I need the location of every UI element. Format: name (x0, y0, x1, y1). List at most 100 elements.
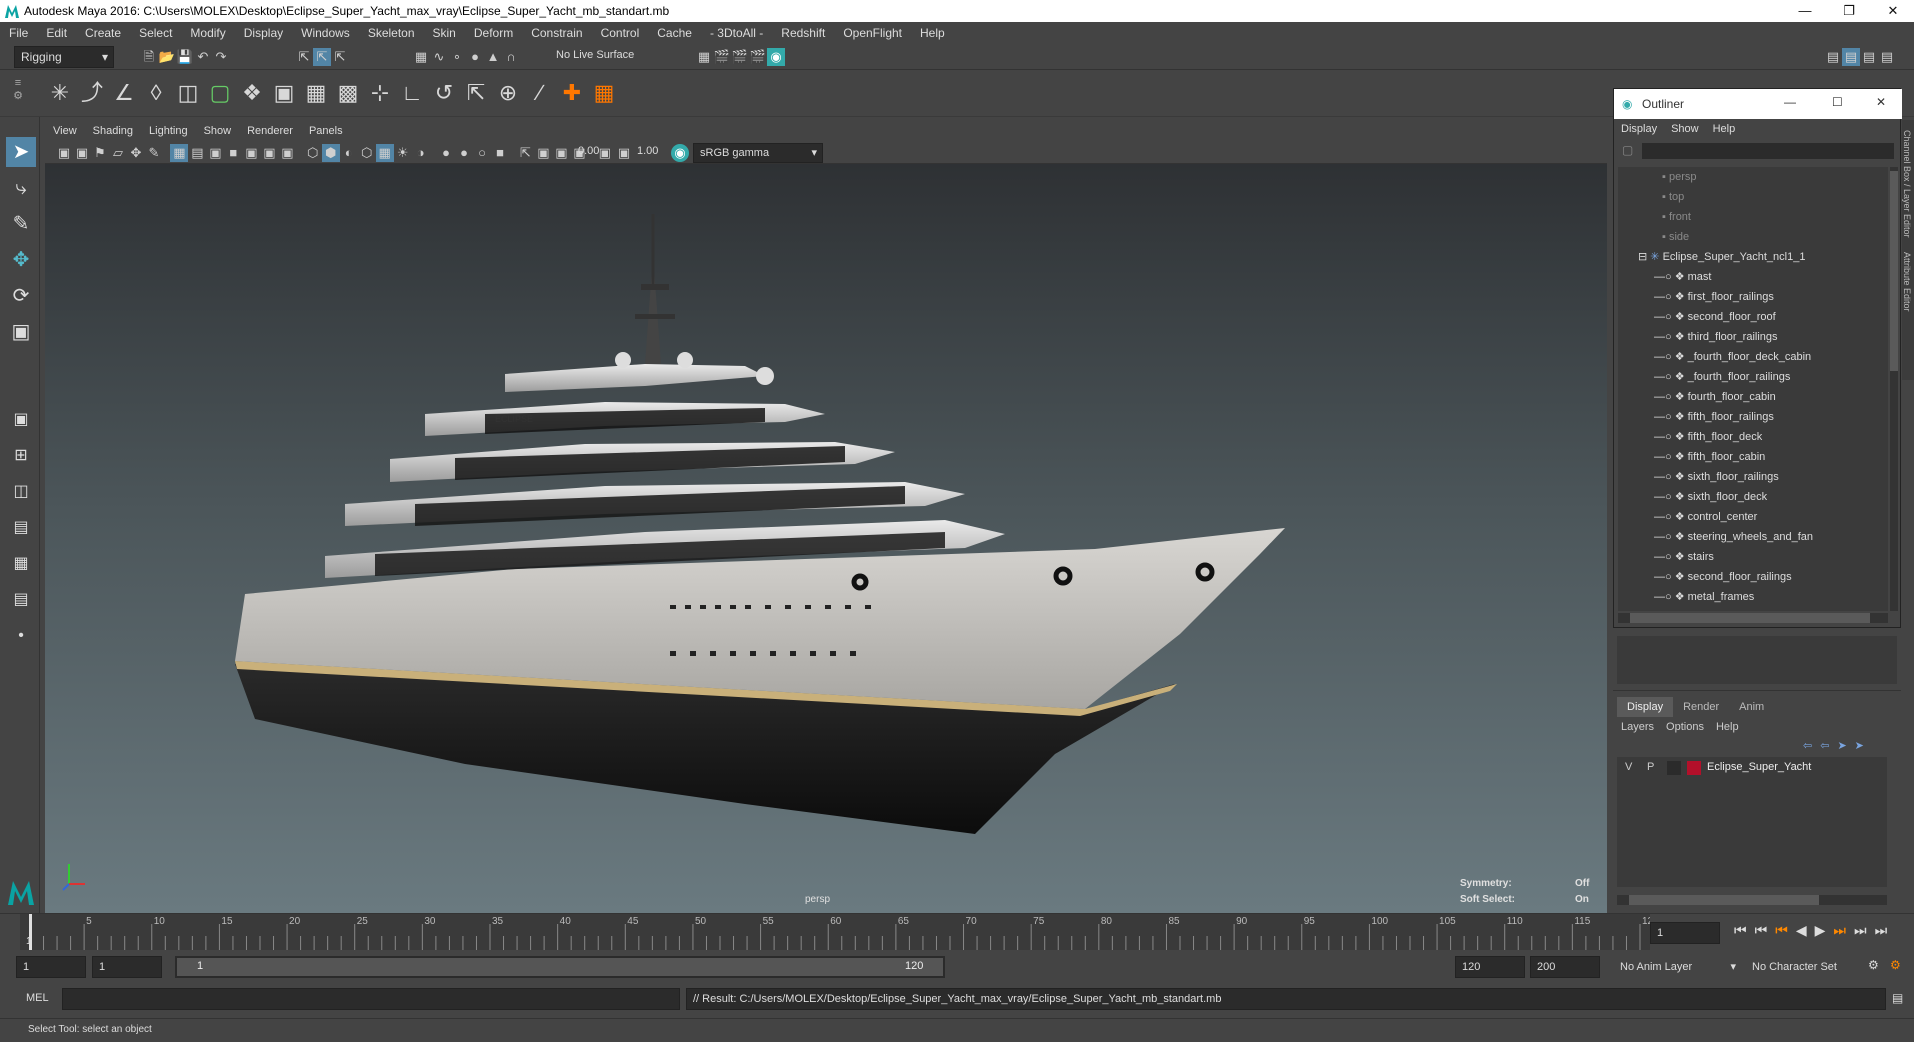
layer-menu-help[interactable]: Help (1716, 721, 1739, 733)
hypershade-icon[interactable]: ◉ (767, 48, 785, 66)
menu-openflight[interactable]: OpenFlight (834, 22, 911, 44)
tab-anim[interactable]: Anim (1729, 697, 1774, 717)
range-slider[interactable]: 1 120 (175, 956, 945, 978)
minimize-button[interactable]: — (1782, 0, 1828, 22)
image-plane-icon[interactable]: ▱ (109, 144, 127, 162)
layer-editor-toggle-icon[interactable]: ▤ (1878, 48, 1896, 66)
more-layouts-icon[interactable]: • (6, 621, 36, 651)
menuset-dropdown[interactable]: Rigging ▾ (14, 46, 114, 68)
new-scene-icon[interactable]: 🗎 (140, 48, 158, 66)
skin-bind-icon[interactable]: ▢ (204, 75, 236, 111)
outliner-minimize-button[interactable]: — (1784, 95, 1796, 109)
parent-constraint-icon[interactable]: ⊕ (492, 75, 524, 111)
layer-visibility-toggle[interactable]: V (1625, 761, 1632, 773)
snap-view-icon[interactable]: ● (466, 48, 484, 66)
lasso-tool-icon[interactable]: ⤷ (6, 173, 36, 203)
camera-icon[interactable]: ▣ (55, 144, 73, 162)
character-set-dropdown[interactable]: No Character Set (1752, 956, 1862, 978)
outliner-scroll-thumb[interactable] (1890, 171, 1898, 371)
shadows-icon[interactable]: ◑ (412, 144, 430, 162)
go-to-end-icon[interactable]: ⏭ (1871, 922, 1892, 938)
outliner-item-camera[interactable]: ▪ top (1662, 187, 1684, 207)
locator-icon[interactable]: ✚ (556, 75, 588, 111)
snap-grid-icon[interactable]: ▦ (412, 48, 430, 66)
auto-key-icon[interactable]: ⚙ (1868, 958, 1879, 972)
layer-menu-options[interactable]: Options (1666, 721, 1716, 733)
anti-aliasing-icon[interactable]: ○ (473, 144, 491, 162)
preferences-icon[interactable]: ⚙ (1890, 958, 1901, 972)
smooth-shade-icon[interactable]: ⬢ (321, 144, 340, 162)
step-forward-key-icon[interactable]: ⏭ (1850, 922, 1871, 938)
wrap-icon[interactable]: ▦ (300, 75, 332, 111)
xray-joints-icon[interactable]: ▣ (552, 144, 570, 162)
menu-file[interactable]: File (0, 22, 37, 44)
outliner-item-mesh[interactable]: —○ ❖ stairs (1654, 547, 1714, 567)
outliner-hscroll-thumb[interactable] (1630, 613, 1870, 623)
mirror-joint-icon[interactable]: ◫ (172, 75, 204, 111)
menu-constrain[interactable]: Constrain (522, 22, 591, 44)
snap-point-icon[interactable]: ∘ (448, 48, 466, 66)
current-frame-field[interactable]: 1 (1650, 922, 1720, 944)
depth-of-field-icon[interactable]: ■ (491, 144, 509, 162)
gamma-value[interactable]: 1.00 (637, 145, 658, 157)
menu-modify[interactable]: Modify (181, 22, 234, 44)
color-management-icon[interactable]: ◉ (671, 144, 689, 162)
viewport-menu-shading[interactable]: Shading (85, 120, 141, 142)
outliner-item-mesh[interactable]: —○ ❖ steering_wheels_and_fan (1654, 527, 1813, 547)
paint-select-tool-icon[interactable]: ✎ (6, 209, 36, 239)
animation-end-field[interactable]: 200 (1530, 956, 1600, 978)
xray-icon[interactable]: ▣ (534, 144, 552, 162)
live-surface-label[interactable]: No Live Surface (556, 49, 634, 61)
view-transform-dropdown[interactable]: sRGB gamma ▾ (693, 143, 823, 163)
outliner-menu-help[interactable]: Help (1706, 119, 1743, 139)
magnet-icon[interactable]: ∩ (502, 48, 520, 66)
viewport-menu-view[interactable]: View (45, 120, 85, 142)
select-objects-icon[interactable]: ⇱ (313, 48, 331, 66)
outliner-item-camera[interactable]: ▪ persp (1662, 167, 1697, 187)
motion-blur-icon[interactable]: ● (455, 144, 473, 162)
play-backwards-icon[interactable]: ◀ (1792, 922, 1811, 938)
menu-help[interactable]: Help (911, 22, 954, 44)
select-tool-icon[interactable]: ➤ (6, 137, 36, 167)
menu-select[interactable]: Select (130, 22, 181, 44)
outliner-item-mesh[interactable]: —○ ❖ control_center (1654, 507, 1757, 527)
ipr-render-icon[interactable]: 🎬 (731, 48, 749, 66)
step-forward-frame-icon[interactable]: ⏭ (1829, 922, 1850, 938)
outliner-item-mesh[interactable]: —○ ❖ fourth_floor_cabin (1654, 387, 1776, 407)
two-d-pan-icon[interactable]: ✥ (127, 144, 145, 162)
outliner-menu-display[interactable]: Display (1614, 119, 1664, 139)
play-forwards-icon[interactable]: ▶ (1811, 922, 1830, 938)
set-driven-key-icon[interactable]: ▦ (588, 75, 620, 111)
move-layer-up-icon[interactable]: ⇦ (1799, 740, 1816, 752)
menu-cache[interactable]: Cache (648, 22, 701, 44)
outliner-item-mesh[interactable]: —○ ❖ first_floor_railings (1654, 287, 1774, 307)
render-view-icon[interactable]: 🎬 (749, 48, 767, 66)
command-input[interactable] (62, 988, 680, 1010)
outliner-vertical-scrollbar[interactable] (1890, 167, 1898, 611)
layer-color-swatch[interactable] (1687, 761, 1701, 775)
outliner-item-mesh[interactable]: —○ ❖ second_floor_roof (1654, 307, 1776, 327)
menu-skeleton[interactable]: Skeleton (359, 22, 424, 44)
outliner-item-mesh[interactable]: —○ ❖ sixth_floor_railings (1654, 467, 1779, 487)
single-perspective-layout-icon[interactable]: ▣ (6, 405, 36, 435)
outliner-item-mesh[interactable]: —○ ❖ third_floor_railings (1654, 327, 1778, 347)
render-settings-icon[interactable]: ▦ (695, 48, 713, 66)
outliner-maximize-button[interactable]: ☐ (1832, 95, 1843, 109)
redo-icon[interactable]: ↷ (212, 48, 230, 66)
playback-end-field[interactable]: 120 (1455, 956, 1525, 978)
safe-title-icon[interactable]: ▣ (278, 144, 296, 162)
select-hierarchy-icon[interactable]: ⇱ (295, 48, 313, 66)
layer-horizontal-scrollbar[interactable] (1617, 895, 1887, 905)
attribute-editor-toggle-icon[interactable]: ▤ (1824, 48, 1842, 66)
go-to-start-icon[interactable]: ⏮ (1730, 922, 1751, 938)
textured-icon[interactable]: ▦ (375, 144, 394, 162)
gate-mask-icon[interactable]: ■ (224, 144, 242, 162)
gamma-icon[interactable]: ▣ (615, 144, 633, 162)
menu-skin[interactable]: Skin (424, 22, 465, 44)
script-editor-icon[interactable]: ▤ (1892, 991, 1903, 1005)
hypershade-layout-icon[interactable]: ▦ (6, 549, 36, 579)
scale-tool-icon[interactable]: ▣ (6, 317, 36, 347)
outliner-item-group[interactable]: ⊟ ✳ Eclipse_Super_Yacht_ncl1_1 (1638, 247, 1805, 267)
tab-display[interactable]: Display (1617, 697, 1674, 717)
resolution-gate-icon[interactable]: ▣ (206, 144, 224, 162)
